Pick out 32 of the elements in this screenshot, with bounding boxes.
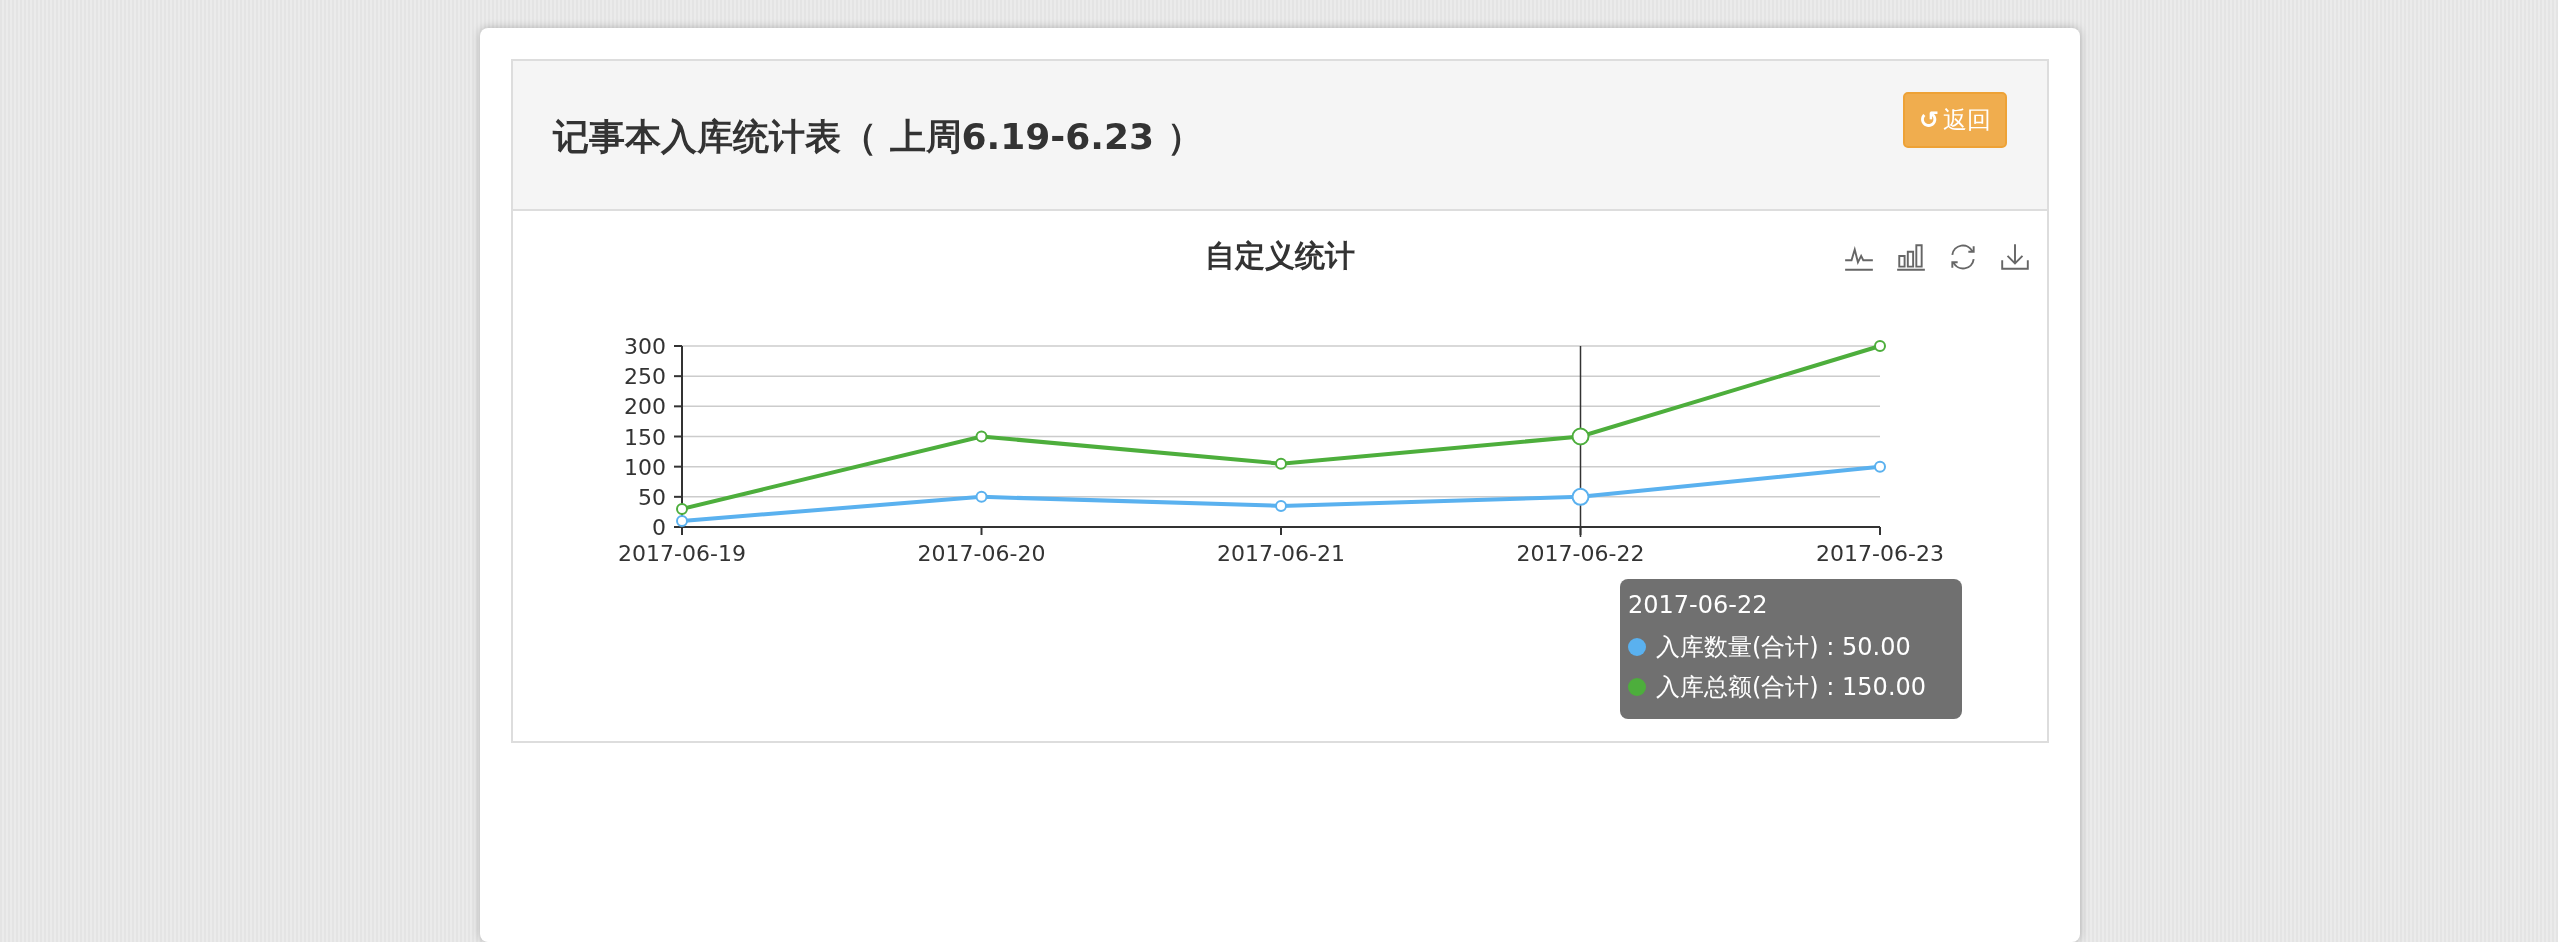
tooltip-title: 2017-06-22: [1628, 591, 1769, 619]
data-point: [1874, 460, 1886, 473]
x-tick-label: 2017-06-22: [1516, 541, 1645, 566]
x-tick-label: 2017-06-19: [618, 541, 746, 566]
bar-chart-icon[interactable]: [1895, 241, 1927, 273]
series-dot: [1628, 678, 1646, 696]
data-point: [975, 430, 988, 443]
y-tick-label: 100: [624, 454, 666, 480]
data-point: [1874, 340, 1886, 352]
data-point: [676, 514, 688, 527]
y-tick-label: 50: [638, 484, 666, 510]
back-button[interactable]: ↺ 返回: [1902, 92, 2007, 148]
panel-title: 记事本入库统计表（ 上周6.19-6.23 ）: [553, 115, 1203, 159]
download-icon[interactable]: [1999, 241, 2031, 273]
data-point: [975, 490, 988, 503]
x-tick-label: 2017-06-20: [917, 541, 1046, 566]
data-point: [676, 502, 688, 515]
y-tick-label: 300: [624, 334, 666, 359]
y-tick-label: 0: [652, 515, 666, 540]
tooltip-text: 入库数量(合计) : 50.00: [1656, 632, 1911, 663]
series-dot: [1628, 638, 1646, 656]
data-point: [1571, 427, 1590, 446]
y-tick-label: 150: [624, 424, 666, 450]
x-tick-label: 2017-06-23: [1816, 541, 1944, 566]
y-tick-label: 250: [624, 364, 666, 390]
y-tick-label: 200: [624, 394, 666, 420]
tooltip-text: 入库总额(合计) : 150.00: [1656, 672, 1927, 703]
data-point: [1275, 499, 1287, 512]
x-tick-label: 2017-06-21: [1217, 541, 1345, 566]
data-point: [1275, 457, 1287, 470]
chart-title: 自定义统计: [1205, 237, 1355, 275]
data-point: [1571, 487, 1590, 506]
